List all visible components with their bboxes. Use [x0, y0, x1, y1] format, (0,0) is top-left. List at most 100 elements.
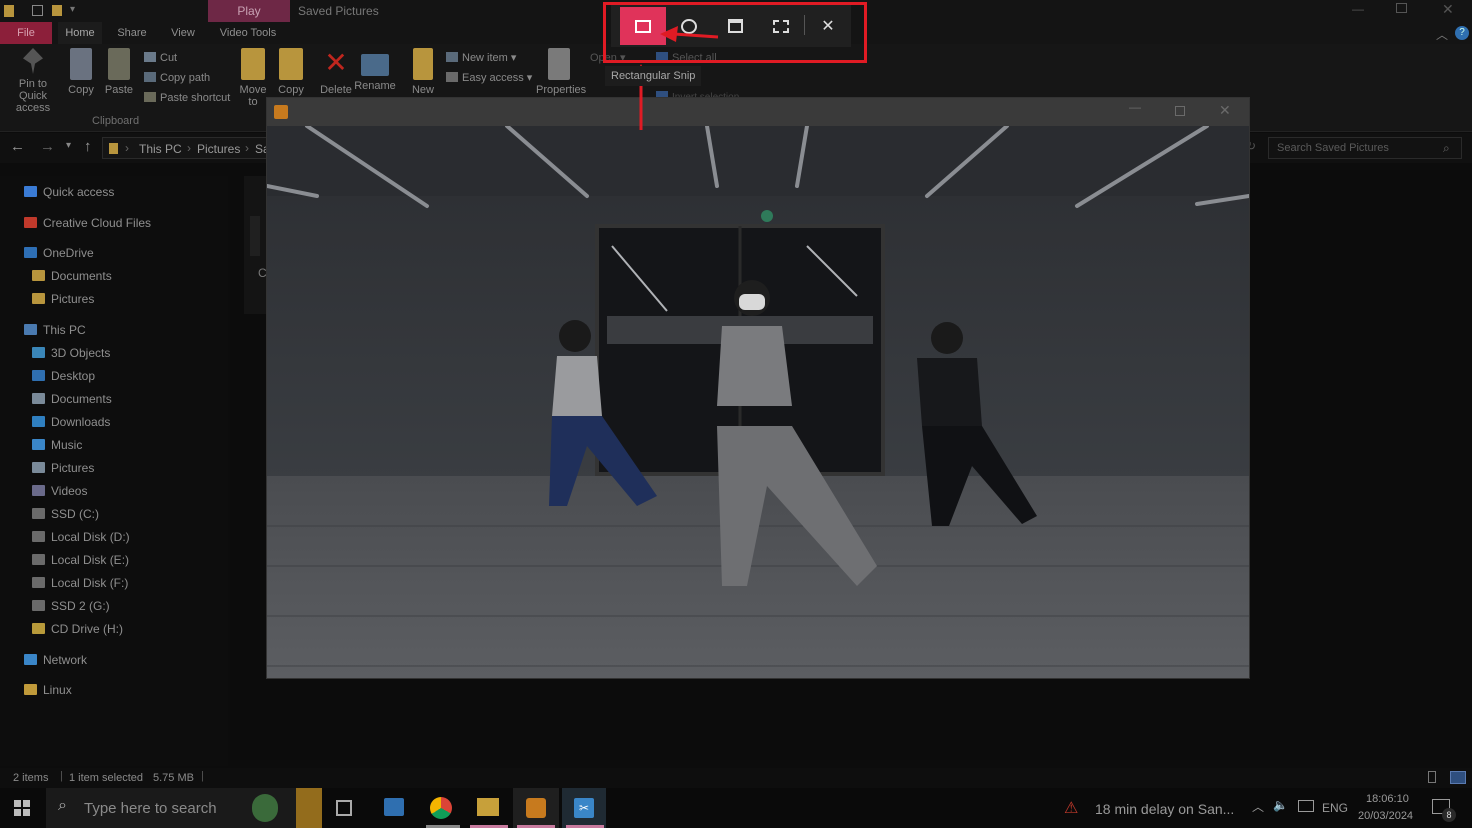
- rename-button[interactable]: Rename: [354, 48, 396, 92]
- tab-file[interactable]: File: [0, 22, 52, 44]
- delete-button[interactable]: ✕ Delete: [318, 47, 354, 97]
- search-box[interactable]: Search Saved Pictures ⌕: [1268, 137, 1462, 159]
- task-view-icon[interactable]: [336, 800, 352, 816]
- details-view-icon[interactable]: [1428, 771, 1436, 783]
- copy-to-button[interactable]: Copy: [276, 48, 306, 96]
- file-explorer-icon[interactable]: [477, 798, 499, 816]
- sidebar-item-icon: [32, 554, 45, 565]
- recent-locations-icon[interactable]: ▾: [66, 140, 71, 151]
- media-player-window[interactable]: — ✕: [267, 98, 1249, 678]
- clock-time[interactable]: 18:06:10: [1366, 793, 1409, 805]
- window-title: Saved Pictures: [298, 4, 379, 18]
- sidebar-item-network[interactable]: Network: [24, 649, 87, 671]
- back-arrow-icon[interactable]: ←: [10, 138, 25, 155]
- tab-home[interactable]: Home: [58, 22, 102, 44]
- play-context-tab[interactable]: Play: [208, 0, 290, 22]
- sidebar-item-local-disk-f[interactable]: Local Disk (F:): [32, 572, 128, 594]
- sidebar-item-quick-access[interactable]: Quick access: [24, 181, 114, 203]
- new-item-button[interactable]: New item ▾: [446, 50, 516, 66]
- taskbar-search-box[interactable]: ⌕ Type here to search: [46, 788, 322, 828]
- clipboard-group-label: Clipboard: [92, 115, 140, 127]
- paste-shortcut-button[interactable]: Paste shortcut: [144, 90, 230, 106]
- tray-overflow-icon[interactable]: ︿: [1252, 798, 1264, 815]
- sidebar-item-local-disk-d[interactable]: Local Disk (D:): [32, 526, 130, 548]
- sidebar-item-documents[interactable]: Documents: [32, 388, 112, 410]
- sidebar-item-ssd-2-g[interactable]: SSD 2 (G:): [32, 595, 110, 617]
- scissors-icon: [144, 52, 156, 62]
- qa-dropdown-icon[interactable]: ▾: [70, 4, 75, 15]
- help-icon[interactable]: ?: [1455, 26, 1469, 40]
- player-close-icon[interactable]: ✕: [1219, 102, 1231, 119]
- media-player-icon[interactable]: [526, 798, 546, 818]
- cut-button[interactable]: Cut: [144, 50, 177, 66]
- explorer-pin-icon[interactable]: [384, 798, 404, 816]
- taskbar: ⌕ Type here to search ✂ ⚠ 18 min delay o…: [0, 788, 1472, 828]
- sidebar-item-creative-cloud-files[interactable]: Creative Cloud Files: [24, 212, 151, 234]
- sidebar-item-label: SSD (C:): [51, 507, 99, 521]
- sidebar-item-cd-drive-h[interactable]: CD Drive (H:): [32, 618, 123, 640]
- properties-button[interactable]: Properties: [536, 48, 586, 96]
- sidebar-item-this-pc[interactable]: This PC: [24, 319, 86, 341]
- sidebar-item-videos[interactable]: Videos: [32, 480, 87, 502]
- up-arrow-icon[interactable]: ↑: [84, 138, 92, 155]
- tab-view[interactable]: View: [162, 22, 204, 44]
- address-bar[interactable]: › This PC › Pictures › Sa: [102, 137, 272, 159]
- sidebar-item-downloads[interactable]: Downloads: [32, 411, 110, 433]
- forward-arrow-icon[interactable]: →: [40, 138, 55, 155]
- sidebar-item-icon: [32, 485, 45, 496]
- tab-video-tools[interactable]: Video Tools: [214, 22, 282, 44]
- sidebar-item-label: Documents: [51, 392, 112, 406]
- windows-start-icon[interactable]: [14, 800, 30, 816]
- network-icon[interactable]: [1298, 800, 1314, 812]
- properties-qa-icon[interactable]: [32, 5, 43, 16]
- sidebar-item-label: Videos: [51, 484, 88, 498]
- sidebar-item-icon: [32, 347, 45, 358]
- language-indicator[interactable]: ENG: [1322, 801, 1348, 815]
- tab-share[interactable]: Share: [110, 22, 154, 44]
- snipping-tool-icon[interactable]: ✂: [574, 798, 594, 818]
- maximize-icon[interactable]: [1396, 3, 1407, 13]
- copy-path-button[interactable]: Copy path: [144, 70, 210, 86]
- rename-icon: [361, 54, 389, 76]
- close-window-icon[interactable]: ✕: [1442, 1, 1454, 18]
- new-folder-button[interactable]: New: [408, 48, 438, 96]
- sidebar-item-pictures[interactable]: Pictures: [32, 288, 94, 310]
- breadcrumb-pictures[interactable]: Pictures: [197, 142, 240, 156]
- sidebar-item-desktop[interactable]: Desktop: [32, 365, 95, 387]
- copy-to-label: Copy: [278, 84, 304, 96]
- player-minimize-icon[interactable]: —: [1129, 100, 1141, 114]
- dance-studio-scene: [267, 126, 1249, 678]
- clock-date[interactable]: 20/03/2024: [1358, 810, 1413, 822]
- pin-quick-access-button[interactable]: Pin to Quick access: [4, 48, 62, 114]
- traffic-news[interactable]: 18 min delay on San...: [1095, 801, 1234, 817]
- cut-label: Cut: [160, 52, 178, 64]
- sidebar-item-documents[interactable]: Documents: [32, 265, 112, 287]
- sidebar-item-pictures[interactable]: Pictures: [32, 457, 94, 479]
- large-icons-view-icon[interactable]: [1450, 771, 1466, 784]
- volume-icon[interactable]: 🔈: [1273, 798, 1288, 812]
- chrome-icon[interactable]: [430, 797, 452, 819]
- sidebar-item-3d-objects[interactable]: 3D Objects: [32, 342, 110, 364]
- sidebar-item-linux[interactable]: Linux: [24, 679, 72, 701]
- minimize-icon[interactable]: —: [1352, 2, 1364, 16]
- sidebar-item-music[interactable]: Music: [32, 434, 82, 456]
- paste-label: Paste: [104, 84, 134, 96]
- sidebar-item-local-disk-e[interactable]: Local Disk (E:): [32, 549, 129, 571]
- sidebar-item-ssd-c[interactable]: SSD (C:): [32, 503, 99, 525]
- new-folder-qa-icon[interactable]: [52, 5, 62, 16]
- folder-icon: [4, 5, 14, 17]
- properties-label: Properties: [536, 84, 587, 96]
- traffic-alert-icon[interactable]: ⚠: [1064, 798, 1078, 818]
- move-to-button[interactable]: Move to: [236, 48, 270, 108]
- copy-button[interactable]: Copy: [64, 48, 98, 96]
- collapse-ribbon-icon[interactable]: ︿: [1436, 26, 1448, 43]
- easy-access-button[interactable]: Easy access ▾: [446, 70, 532, 86]
- sidebar-item-onedrive[interactable]: OneDrive: [24, 242, 94, 264]
- breadcrumb-this-pc[interactable]: This PC: [139, 142, 182, 156]
- video-frame[interactable]: [267, 126, 1249, 678]
- file-thumbnail[interactable]: [250, 216, 260, 256]
- sidebar-item-label: Music: [51, 438, 83, 452]
- paste-button[interactable]: Paste: [104, 48, 134, 96]
- player-maximize-icon[interactable]: [1175, 106, 1185, 116]
- delete-x-icon: ✕: [324, 47, 348, 78]
